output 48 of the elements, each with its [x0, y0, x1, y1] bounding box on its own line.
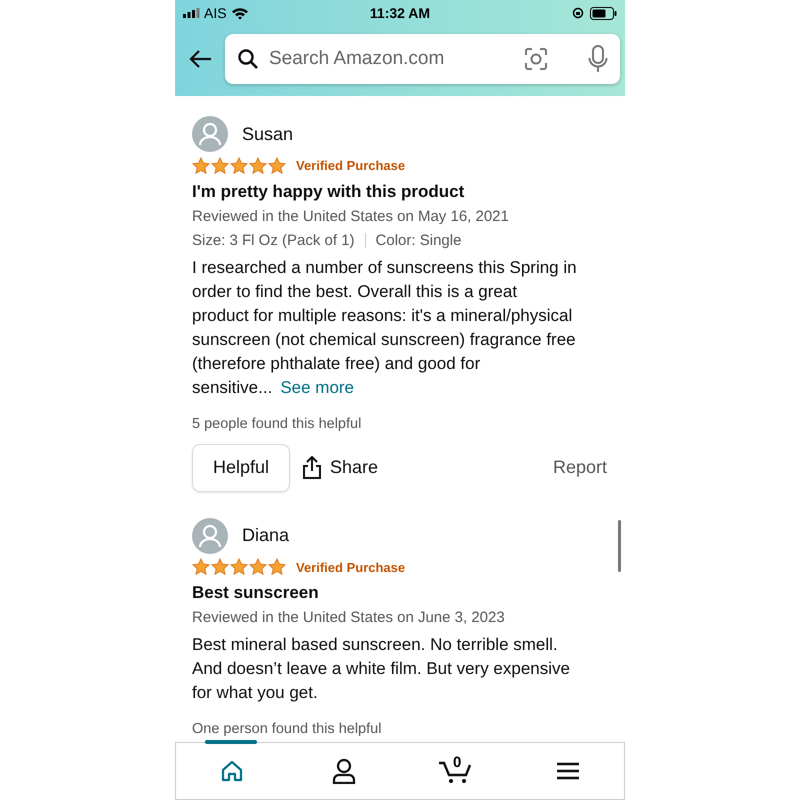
signal-icon [183, 8, 200, 18]
helpful-button[interactable]: Helpful [192, 444, 290, 492]
review-title: Best sunscreen [192, 582, 320, 604]
avatar-icon [192, 518, 228, 554]
review-text: I researched a number of sunscreens this Spring in order to find the best. Overall this is a great product for multiple reasons: it's a mineral/physical sunscreen (not chemical sunscreen) fragrance free (therefore phthalate free) and good for sensitive... See more [192, 256, 578, 398]
star-icon [192, 558, 210, 576]
scrollbar [618, 520, 621, 572]
rotation-lock-icon [572, 7, 584, 19]
see-more-link[interactable]: See more [280, 378, 354, 396]
star-icon [249, 156, 267, 175]
carrier-name: AIS [204, 4, 227, 22]
star-icon [268, 156, 286, 175]
review-date: Reviewed in the United States on May 16, 2021 [192, 206, 510, 226]
star-icon [249, 558, 267, 576]
star-icon [230, 558, 248, 576]
star-icon [268, 558, 286, 576]
review-text: Best mineral based sunscreen. No terrible smell. And doesn’t leave a white film. But very expensive for what you get. [192, 634, 571, 704]
cart-count: 0 [453, 753, 462, 773]
star-icon [230, 156, 248, 175]
account-icon [332, 758, 356, 784]
home-icon [220, 759, 244, 783]
star-icon [211, 558, 229, 576]
review-title: I'm pretty happy with this product [192, 180, 466, 202]
avatar-icon [192, 116, 228, 152]
search-input[interactable]: Search Amazon.com [269, 44, 514, 74]
reviewer-name: Diana [242, 524, 290, 547]
camera-icon[interactable] [524, 47, 548, 71]
verified-purchase-label: Verified Purchase [296, 157, 406, 175]
helpful-count: 5 people found this helpful [192, 414, 362, 434]
search-field[interactable]: Search Amazon.com [225, 34, 620, 84]
share-button[interactable]: Share [302, 454, 378, 481]
menu-icon [556, 761, 580, 781]
variant-detail: Color: Single [376, 230, 462, 250]
share-icon [302, 456, 322, 480]
helpful-count: One person found this helpful [192, 720, 382, 739]
microphone-icon[interactable] [588, 45, 608, 73]
search-icon [237, 48, 259, 70]
wifi-icon [230, 6, 249, 20]
nav-cart-button[interactable]: 0 [400, 743, 512, 799]
variant-detail: Size: 3 Fl Oz (Pack of 1) [192, 230, 355, 250]
review-date: Reviewed in the United States on June 3, 2023 [192, 608, 506, 628]
battery-icon [590, 6, 617, 20]
report-link[interactable]: Report [552, 454, 607, 481]
star-icon [211, 156, 229, 175]
status-time: 11:32 AM [370, 4, 430, 22]
star-icon [192, 156, 210, 175]
reviewer-name: Susan [242, 122, 294, 146]
verified-purchase-label: Verified Purchase [296, 558, 406, 576]
